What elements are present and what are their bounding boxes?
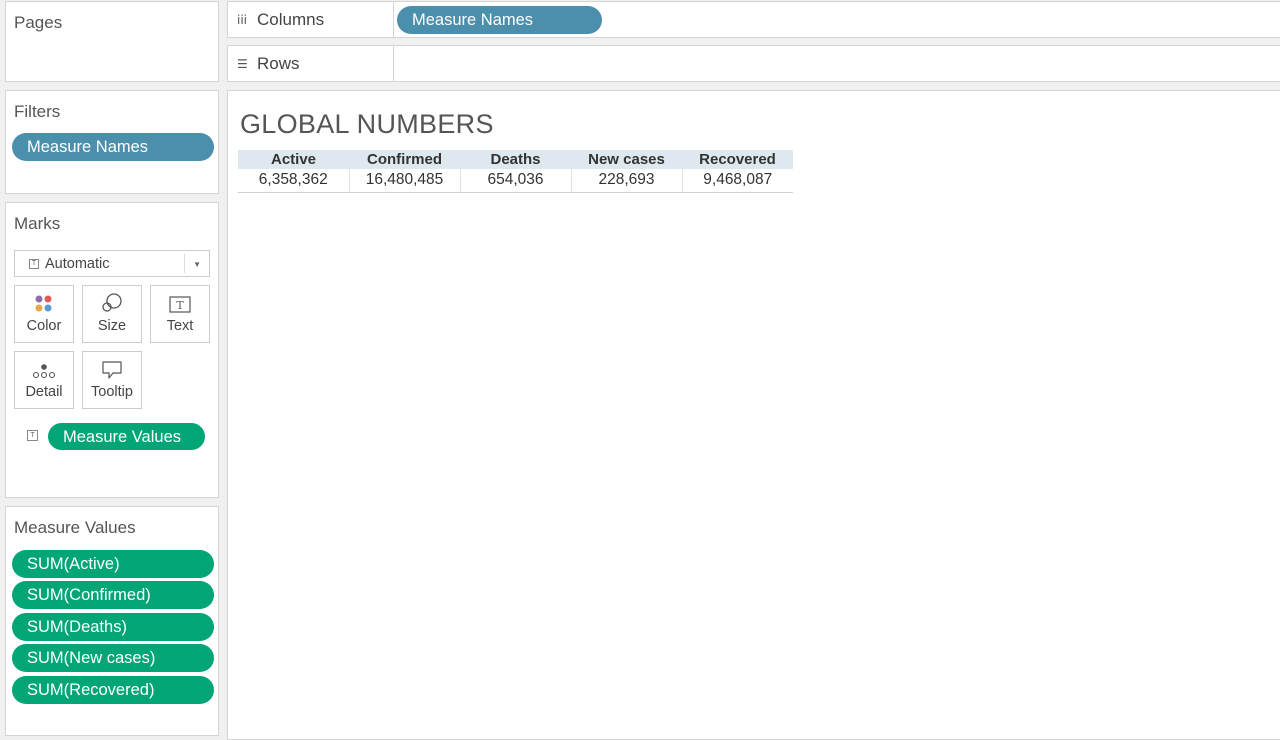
table-cell[interactable]: 9,468,087 [682,169,793,193]
size-button[interactable]: Size [82,285,142,343]
columns-icon: iii [237,12,248,27]
text-encoding-icon: T [27,430,38,441]
table-cell[interactable]: 6,358,362 [238,169,350,193]
mark-type-dropdown[interactable]: T Automatic ▼ [14,250,210,277]
color-label: Color [26,318,62,334]
column-header[interactable]: Deaths [460,150,571,169]
columns-pill-measure-names[interactable]: Measure Names [397,6,602,34]
table-cell[interactable]: 228,693 [571,169,683,193]
pages-title: Pages [14,13,63,32]
rows-shelf[interactable]: ☰ Rows [227,45,1280,82]
table-header-row: Active Confirmed Deaths New cases Recove… [238,150,793,169]
pages-panel: Pages [5,1,219,82]
color-icon [15,286,73,314]
text-mark-icon: T [29,258,39,269]
text-button[interactable]: T Text [150,285,210,343]
rows-shelf-label: ☰ Rows [228,46,394,81]
tooltip-icon [83,352,141,380]
marks-panel: Marks T Automatic ▼ Color Size T Text De… [5,202,219,498]
svg-text:T: T [176,299,184,312]
filters-title: Filters [14,102,61,121]
text-icon: T [151,286,209,314]
table-cell[interactable]: 16,480,485 [349,169,461,193]
marks-title: Marks [14,214,61,233]
measure-values-panel: Measure Values SUM(Active) SUM(Confirmed… [5,506,219,736]
tooltip-label: Tooltip [91,384,133,400]
column-header[interactable]: Active [238,150,349,169]
view-title: GLOBAL NUMBERS [240,109,494,139]
measure-pill-confirmed[interactable]: SUM(Confirmed) [12,581,214,609]
size-icon [83,286,141,314]
chevron-down-icon: ▼ [193,260,201,269]
detail-icon [15,352,73,380]
marks-pill-measure-values[interactable]: Measure Values [48,423,205,450]
view-canvas: GLOBAL NUMBERS Active Confirmed Deaths N… [227,90,1280,740]
filter-pill-measure-names[interactable]: Measure Names [12,133,214,161]
color-button[interactable]: Color [14,285,74,343]
table-row: 6,358,362 16,480,485 654,036 228,693 9,4… [238,169,793,193]
mark-type-value: Automatic [45,255,110,272]
columns-shelf-label: iii Columns [228,2,394,37]
table-cell[interactable]: 654,036 [460,169,572,193]
column-header[interactable]: Recovered [682,150,793,169]
rows-icon: ☰ [237,56,248,71]
tooltip-button[interactable]: Tooltip [82,351,142,409]
measure-values-title: Measure Values [14,518,136,537]
measure-pill-recovered[interactable]: SUM(Recovered) [12,676,214,704]
columns-shelf[interactable]: iii Columns Measure Names [227,1,1280,38]
detail-button[interactable]: Detail [14,351,74,409]
data-table: Active Confirmed Deaths New cases Recove… [238,150,793,193]
measure-pill-active[interactable]: SUM(Active) [12,550,214,578]
filters-panel: Filters Measure Names [5,90,219,194]
measure-pill-deaths[interactable]: SUM(Deaths) [12,613,214,641]
size-label: Size [97,318,127,334]
text-label: Text [166,318,194,334]
measure-pill-new-cases[interactable]: SUM(New cases) [12,644,214,672]
detail-label: Detail [25,384,63,400]
column-header[interactable]: New cases [571,150,682,169]
column-header[interactable]: Confirmed [349,150,460,169]
